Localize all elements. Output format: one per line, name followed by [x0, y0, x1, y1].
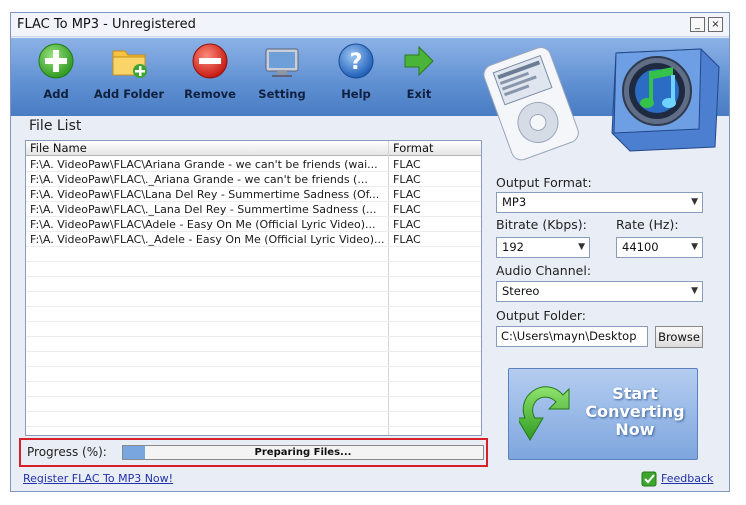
bitrate-select[interactable]: 192 ▼: [496, 237, 590, 258]
start-text-line-1: Start: [612, 384, 658, 403]
empty-row: [26, 277, 481, 292]
empty-row: [26, 292, 481, 307]
progress-bar: Preparing Files...: [122, 445, 484, 460]
remove-label: Remove: [184, 87, 236, 101]
svg-text:?: ?: [350, 50, 363, 75]
exit-button[interactable]: Exit: [381, 41, 457, 101]
output-format-value: MP3: [502, 195, 527, 209]
empty-row: [26, 367, 481, 382]
chevron-down-icon: ▼: [691, 197, 698, 207]
audio-channel-select[interactable]: Stereo ▼: [496, 281, 703, 302]
add-folder-button[interactable]: Add Folder: [91, 41, 167, 101]
start-text-line-2: Converting: [585, 402, 685, 421]
exit-arrow-icon: [404, 45, 434, 77]
output-format-label: Output Format:: [496, 175, 592, 190]
minimize-button[interactable]: _: [690, 17, 705, 32]
table-row[interactable]: F:\A. VideoPaw\FLAC\Adele - Easy On Me (…: [26, 217, 481, 232]
help-icon: ?: [338, 43, 374, 79]
column-header-file-name[interactable]: File Name: [26, 141, 388, 156]
empty-row: [26, 427, 481, 435]
column-header-format[interactable]: Format: [389, 141, 481, 156]
file-name-cell: F:\A. VideoPaw\FLAC\Ariana Grande - we c…: [30, 158, 378, 171]
setting-icon: [265, 48, 299, 77]
empty-row: [26, 397, 481, 412]
format-cell: FLAC: [393, 218, 421, 231]
empty-row: [26, 412, 481, 427]
format-cell: FLAC: [393, 173, 421, 186]
close-button[interactable]: ×: [708, 17, 723, 32]
audio-channel-label: Audio Channel:: [496, 263, 592, 278]
empty-row: [26, 382, 481, 397]
browse-button[interactable]: Browse: [655, 326, 703, 348]
window-title: FLAC To MP3 - Unregistered: [17, 17, 196, 32]
setting-label: Setting: [258, 87, 306, 101]
remove-button[interactable]: Remove: [172, 41, 248, 101]
format-cell: FLAC: [393, 158, 421, 171]
file-name-cell: F:\A. VideoPaw\FLAC\._Lana Del Rey - Sum…: [30, 203, 377, 216]
chevron-down-icon: ▼: [578, 242, 585, 252]
file-name-cell: F:\A. VideoPaw\FLAC\._Ariana Grande - we…: [30, 173, 368, 186]
music-note-icon: [611, 48, 720, 152]
file-list-title: File List: [29, 118, 82, 134]
empty-row: [26, 262, 481, 277]
format-cell: FLAC: [393, 188, 421, 201]
file-list[interactable]: File Name Format F:\A. VideoPaw\FLAC\Ari…: [25, 140, 482, 436]
audio-channel-value: Stereo: [502, 284, 540, 298]
file-list-header: File Name Format: [26, 141, 481, 156]
add-label: Add: [43, 87, 69, 101]
start-converting-button[interactable]: Start Converting Now: [508, 368, 698, 460]
rate-label: Rate (Hz):: [616, 217, 679, 232]
add-icon: [38, 43, 74, 79]
rate-value: 44100: [622, 240, 659, 254]
table-row[interactable]: F:\A. VideoPaw\FLAC\Lana Del Rey - Summe…: [26, 187, 481, 202]
app-window: FLAC To MP3 - Unregistered _ × Add Add F…: [10, 12, 730, 492]
start-converting-text: Start Converting Now: [575, 385, 695, 439]
progress-area: Progress (%): Preparing Files...: [19, 438, 488, 467]
progress-status-text: Preparing Files...: [254, 447, 352, 458]
chevron-down-icon: ▼: [691, 242, 698, 252]
table-row[interactable]: F:\A. VideoPaw\FLAC\._Ariana Grande - we…: [26, 172, 481, 187]
output-folder-field[interactable]: C:\Users\mayn\Desktop: [496, 326, 648, 347]
file-name-cell: F:\A. VideoPaw\FLAC\Adele - Easy On Me (…: [30, 218, 376, 231]
format-cell: FLAC: [393, 203, 421, 216]
empty-row: [26, 322, 481, 337]
register-link[interactable]: Register FLAC To MP3 Now!: [23, 472, 173, 485]
progress-label: Progress (%):: [27, 445, 107, 459]
table-row[interactable]: F:\A. VideoPaw\FLAC\._Adele - Easy On Me…: [26, 232, 481, 247]
remove-icon: [192, 43, 228, 79]
table-row[interactable]: F:\A. VideoPaw\FLAC\Ariana Grande - we c…: [26, 157, 481, 172]
chevron-down-icon: ▼: [691, 286, 698, 296]
exit-label: Exit: [406, 87, 432, 101]
add-folder-label: Add Folder: [93, 87, 165, 101]
title-bar: FLAC To MP3 - Unregistered _ ×: [11, 13, 729, 37]
ipod-illustration: [483, 47, 579, 161]
bitrate-value: 192: [502, 240, 524, 254]
output-folder-label: Output Folder:: [496, 308, 587, 323]
empty-row: [26, 307, 481, 322]
empty-row: [26, 247, 481, 262]
feedback-text: Feedback: [661, 472, 714, 485]
rate-select[interactable]: 44100 ▼: [616, 237, 703, 258]
empty-row: [26, 352, 481, 367]
output-format-select[interactable]: MP3 ▼: [496, 192, 703, 213]
add-folder-icon: [112, 50, 147, 78]
add-button[interactable]: Add: [18, 41, 94, 101]
empty-row: [26, 337, 481, 352]
check-icon: [641, 471, 657, 487]
bitrate-label: Bitrate (Kbps):: [496, 217, 587, 232]
file-name-cell: F:\A. VideoPaw\FLAC\Lana Del Rey - Summe…: [30, 188, 380, 201]
format-cell: FLAC: [393, 233, 421, 246]
convert-arrow-icon: [519, 386, 570, 441]
setting-button[interactable]: Setting: [244, 41, 320, 101]
table-row[interactable]: F:\A. VideoPaw\FLAC\._Lana Del Rey - Sum…: [26, 202, 481, 217]
start-text-line-3: Now: [615, 420, 655, 439]
file-name-cell: F:\A. VideoPaw\FLAC\._Adele - Easy On Me…: [30, 233, 385, 246]
